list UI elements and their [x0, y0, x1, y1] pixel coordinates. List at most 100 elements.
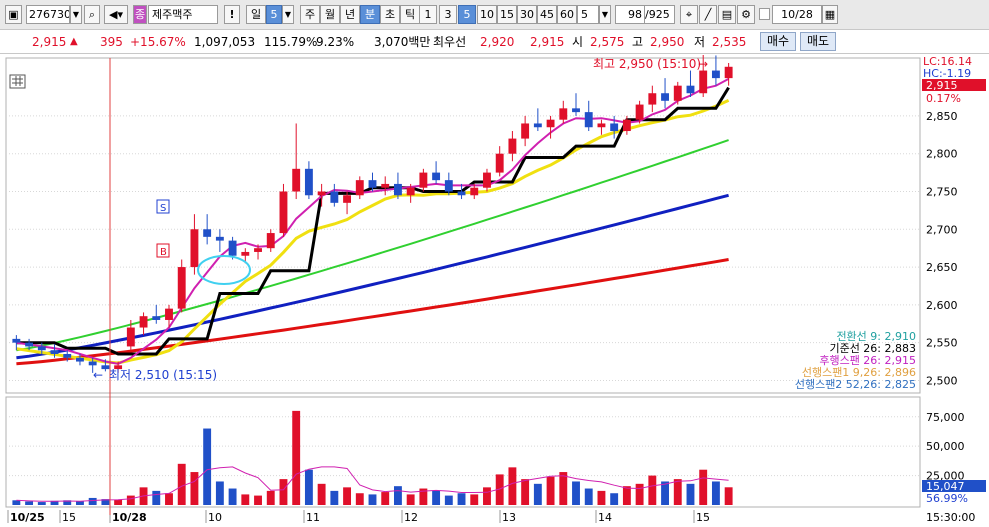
candle-body	[292, 168, 301, 192]
candle-body	[724, 66, 733, 79]
volume-bar	[152, 490, 161, 505]
candle-body	[406, 187, 415, 196]
code-dropdown-icon[interactable]: ▼	[70, 5, 82, 24]
candle-body	[495, 153, 504, 173]
period-second-button[interactable]: 초	[380, 5, 400, 24]
volume-bar	[279, 479, 288, 505]
chart-type-icon[interactable]: ▣	[5, 5, 22, 24]
period-num-select[interactable]: 5	[266, 5, 282, 24]
draw-line-icon[interactable]: ╱	[699, 5, 717, 24]
candle-body	[572, 108, 580, 113]
save-icon[interactable]: ▤	[718, 5, 736, 24]
speaker-icon[interactable]: ◀▾	[104, 5, 128, 24]
toolbar: ▣ 276730 ▼ ⌕ ◀▾ 종 제주맥주 ! 일 5 ▼ 주 월 년 분 초…	[0, 0, 989, 30]
volume-bar	[177, 463, 186, 505]
date-input[interactable]: 10/28	[772, 5, 822, 24]
candle-body	[432, 172, 441, 181]
volume-bar	[444, 495, 453, 505]
volume-bar	[546, 476, 555, 505]
volume-bar	[254, 495, 262, 505]
time-axis-label: 15	[696, 511, 710, 524]
candle-body	[419, 172, 428, 188]
candle-body	[190, 229, 199, 268]
candle-body	[686, 85, 695, 94]
volume-bar	[37, 502, 46, 505]
candle-body	[266, 233, 275, 249]
volume-bar	[559, 472, 568, 505]
candle-body	[63, 353, 72, 358]
low-annotation: 최저 2,510 (15:15)	[109, 368, 217, 382]
volume-bar	[292, 410, 301, 505]
interval-5-button[interactable]: 5	[458, 5, 476, 24]
volume-bar	[432, 490, 441, 505]
interval-60-button[interactable]: 60	[557, 5, 577, 24]
alert-button[interactable]: !	[224, 5, 240, 24]
candle-body	[304, 168, 313, 196]
crosshair-icon[interactable]: ⌖	[680, 5, 698, 24]
candle-body	[152, 316, 161, 320]
turnover-rate: 9.23%	[316, 35, 355, 49]
volume-bar	[88, 497, 97, 505]
low-label: 저	[694, 35, 706, 49]
sell-button[interactable]: 매도	[800, 32, 836, 51]
search-icon[interactable]: ⌕	[84, 5, 100, 24]
candle-body	[483, 172, 491, 188]
best-bid: 2,915	[530, 35, 565, 49]
candle-body	[165, 308, 173, 320]
stock-code-input[interactable]: 276730	[26, 5, 70, 24]
candle-body	[330, 191, 339, 203]
volume-tick-label: 75,000	[926, 411, 965, 424]
interval-45-button[interactable]: 45	[537, 5, 557, 24]
trade-amount: 3,070백만	[374, 35, 431, 49]
grid-settings-icon[interactable]	[9, 74, 26, 89]
candle-body	[12, 338, 21, 343]
period-tick-button[interactable]: 틱	[400, 5, 420, 24]
interval-1-button[interactable]: 1	[419, 5, 437, 24]
volume-bar	[393, 486, 402, 505]
period-minute-button[interactable]: 분	[360, 5, 380, 24]
time-axis-label: 11	[306, 511, 320, 524]
interval-custom-input[interactable]: 5	[577, 5, 599, 24]
interval-30-button[interactable]: 30	[517, 5, 537, 24]
period-year-button[interactable]: 년	[340, 5, 360, 24]
interval-10-button[interactable]: 10	[477, 5, 497, 24]
candle-body	[610, 123, 619, 132]
volume-bar	[610, 493, 619, 505]
volume-bar	[25, 501, 34, 505]
current-price: 2,915	[32, 35, 67, 49]
period-month-button[interactable]: 월	[320, 5, 340, 24]
calendar-icon[interactable]: ▦	[822, 5, 838, 24]
current-pct-axis-label: 0.17%	[926, 92, 961, 105]
candle-body	[88, 361, 97, 366]
period-day-button[interactable]: 일	[246, 5, 266, 24]
open-label: 시	[572, 35, 584, 49]
volume-bar	[203, 428, 212, 505]
candle-body	[508, 138, 517, 154]
current-price-axis-label: 2,915	[926, 79, 958, 92]
gear-icon[interactable]: ⚙	[737, 5, 755, 24]
interval-3-button[interactable]: 3	[439, 5, 457, 24]
buy-signal-label: B	[160, 247, 167, 258]
candle-body	[139, 316, 148, 328]
period-week-button[interactable]: 주	[300, 5, 320, 24]
price-tick-label: 2,600	[926, 299, 958, 312]
time-axis-label: 12	[404, 511, 418, 524]
volume-bar	[241, 494, 250, 505]
volume-ratio: 115.79%	[264, 35, 318, 49]
display-count-input[interactable]: 98	[615, 5, 645, 24]
volume-bar	[483, 487, 491, 505]
candle-body	[177, 267, 186, 309]
candle-body	[25, 342, 34, 347]
candle-body	[546, 119, 555, 128]
interval-dropdown-icon[interactable]: ▼	[599, 5, 611, 24]
candle-body	[597, 123, 606, 128]
price-tick-label: 2,800	[926, 148, 958, 161]
volume-bar	[470, 494, 479, 505]
interval-15-button[interactable]: 15	[497, 5, 517, 24]
price-chart[interactable]: 2,850 2,800 2,750 2,700 2,650 2,600 2,550 2,500…	[0, 55, 989, 527]
period-dropdown-icon[interactable]: ▼	[282, 5, 294, 24]
date-checkbox[interactable]	[759, 8, 770, 20]
candle-body	[559, 108, 568, 120]
buy-button[interactable]: 매수	[760, 32, 796, 51]
candle-body	[50, 350, 59, 354]
